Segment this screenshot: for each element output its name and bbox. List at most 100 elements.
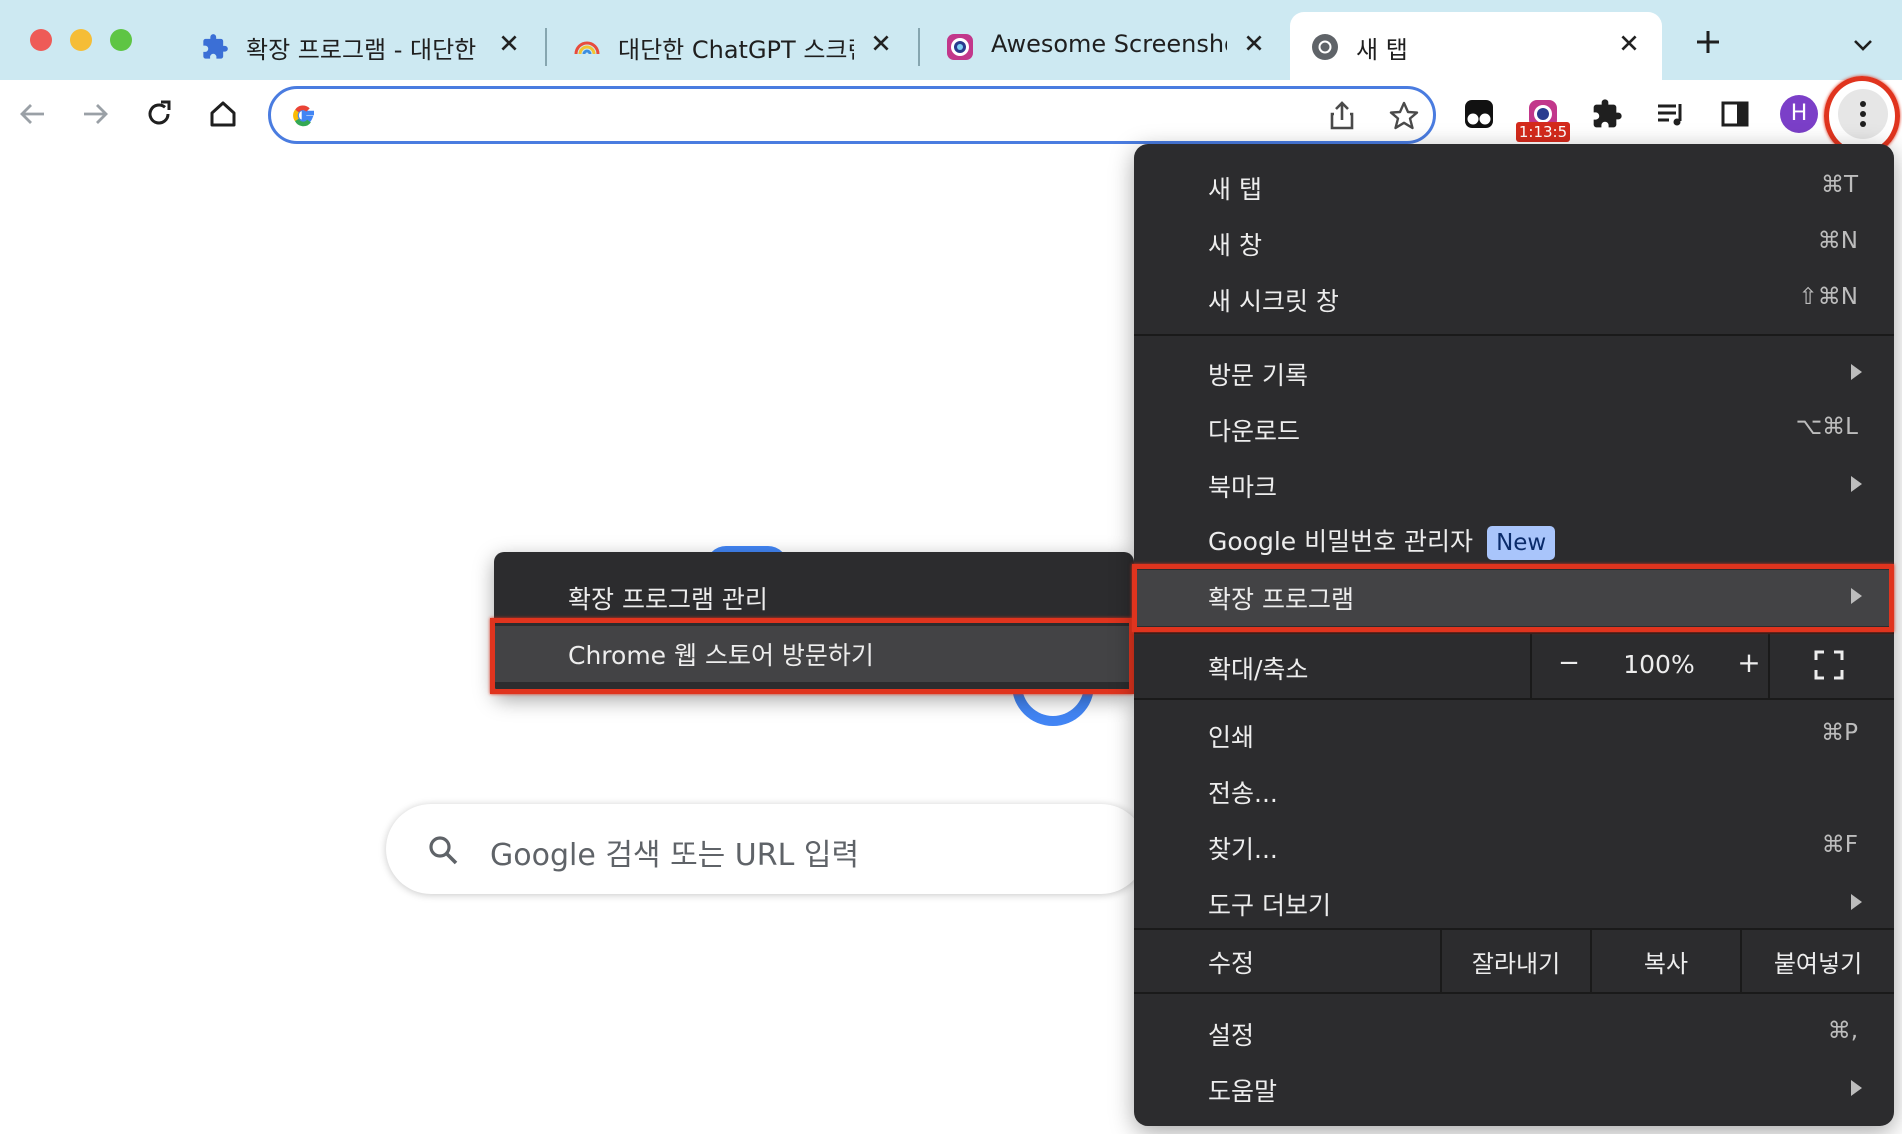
menu-item-label: 확장 프로그램 관리 bbox=[568, 585, 768, 614]
side-panel-button[interactable] bbox=[1710, 89, 1760, 139]
menu-item-label: Chrome 웹 스토어 방문하기 bbox=[568, 641, 874, 670]
paste-button[interactable]: 붙여넣기 bbox=[1742, 944, 1894, 979]
menu-item-new-window[interactable]: 새 창 ⌘N bbox=[1134, 216, 1894, 272]
tab-divider bbox=[545, 28, 547, 66]
menu-item-find[interactable]: 찾기... ⌘F bbox=[1134, 820, 1894, 876]
fullscreen-button[interactable] bbox=[1812, 648, 1848, 684]
tab-title: 대단한 ChatGPT 스크린 bbox=[618, 36, 854, 64]
recording-timer-badge: 1:13:5 bbox=[1516, 122, 1570, 142]
menu-divider bbox=[1134, 334, 1894, 336]
tab-extensions[interactable]: 확장 프로그램 - 대단한 C bbox=[180, 12, 542, 80]
menu-item-password-manager[interactable]: Google 비밀번호 관리자 New bbox=[1134, 514, 1894, 570]
shortcut: ⌘T bbox=[1820, 172, 1858, 198]
shortcut: ⌥⌘L bbox=[1795, 414, 1858, 440]
home-icon bbox=[210, 101, 236, 127]
menu-item-label: 다운로드 bbox=[1208, 417, 1301, 446]
toolbar: 1:13:5 H bbox=[0, 80, 1902, 154]
tab-awesome-screenshot[interactable]: Awesome Screenshot bbox=[925, 12, 1287, 80]
menu-item-label: 새 시크릿 창 bbox=[1208, 287, 1339, 316]
extensions-button[interactable] bbox=[1582, 89, 1632, 139]
menu-item-label: 새 창 bbox=[1208, 231, 1262, 260]
extension-tampermonkey-button[interactable] bbox=[1454, 89, 1504, 139]
search-placeholder: Google 검색 또는 URL 입력 bbox=[490, 838, 860, 873]
menu-item-print[interactable]: 인쇄 ⌘P bbox=[1134, 708, 1894, 764]
back-button[interactable] bbox=[8, 89, 58, 139]
new-tab-button[interactable] bbox=[1688, 22, 1728, 62]
menu-item-incognito[interactable]: 새 시크릿 창 ⇧⌘N bbox=[1134, 272, 1894, 328]
close-window-button[interactable] bbox=[30, 29, 52, 51]
awesome-screenshot-icon bbox=[945, 32, 975, 62]
menu-item-zoom: 확대/축소 bbox=[1134, 634, 1894, 698]
submenu-arrow-icon bbox=[1851, 1080, 1862, 1096]
ntp-search-box[interactable]: Google 검색 또는 URL 입력 bbox=[386, 804, 1146, 894]
shortcut: ⇧⌘N bbox=[1798, 284, 1858, 310]
zoom-divider bbox=[1768, 634, 1770, 698]
menu-item-visit-webstore[interactable]: Chrome 웹 스토어 방문하기 bbox=[494, 626, 1134, 682]
close-tab-icon[interactable] bbox=[1612, 26, 1646, 60]
side-panel-icon bbox=[1721, 101, 1749, 127]
chrome-icon bbox=[1310, 32, 1340, 62]
close-tab-icon[interactable] bbox=[864, 26, 898, 60]
submenu-arrow-icon bbox=[1851, 476, 1862, 492]
zoom-divider bbox=[1530, 634, 1532, 698]
share-icon[interactable] bbox=[1325, 99, 1359, 133]
menu-item-label: 인쇄 bbox=[1208, 723, 1255, 752]
address-bar[interactable] bbox=[268, 86, 1436, 144]
menu-item-label: 도구 더보기 bbox=[1208, 891, 1331, 920]
puzzle-icon bbox=[1593, 99, 1622, 128]
home-button[interactable] bbox=[198, 89, 248, 139]
menu-item-manage-extensions[interactable]: 확장 프로그램 관리 bbox=[494, 570, 1134, 626]
menu-item-downloads[interactable]: 다운로드 ⌥⌘L bbox=[1134, 402, 1894, 458]
submenu-arrow-icon bbox=[1851, 894, 1862, 910]
search-icon bbox=[429, 836, 458, 865]
menu-item-history[interactable]: 방문 기록 bbox=[1134, 346, 1894, 402]
profile-button[interactable]: H bbox=[1774, 89, 1824, 139]
menu-item-settings[interactable]: 설정 ⌘, bbox=[1134, 1006, 1894, 1062]
extensions-submenu: 확장 프로그램 관리 Chrome 웹 스토어 방문하기 bbox=[494, 552, 1134, 694]
chrome-main-menu: 새 탭 ⌘T 새 창 ⌘N 새 시크릿 창 ⇧⌘N 방문 기록 다운로드 ⌥⌘L… bbox=[1134, 144, 1894, 1126]
menu-item-label: 수정 bbox=[1208, 949, 1255, 978]
browser-window: 확장 프로그램 - 대단한 C 대단한 ChatGPT 스크린 Awesome … bbox=[0, 0, 1902, 1134]
menu-item-label: 북마크 bbox=[1208, 473, 1278, 502]
menu-divider bbox=[1134, 698, 1894, 700]
tab-title: 새 탭 bbox=[1356, 36, 1408, 64]
menu-item-label: 찾기... bbox=[1208, 835, 1278, 864]
rainbow-icon bbox=[572, 32, 602, 62]
reload-icon bbox=[148, 100, 171, 125]
copy-button[interactable]: 복사 bbox=[1592, 944, 1740, 979]
reload-button[interactable] bbox=[134, 89, 184, 139]
minimize-window-button[interactable] bbox=[70, 29, 92, 51]
new-badge: New bbox=[1487, 526, 1556, 560]
fullscreen-icon bbox=[1814, 650, 1844, 680]
tab-new-tab[interactable]: 새 탭 bbox=[1290, 12, 1662, 80]
tab-strip: 확장 프로그램 - 대단한 C 대단한 ChatGPT 스크린 Awesome … bbox=[0, 0, 1902, 80]
close-tab-icon[interactable] bbox=[1237, 26, 1271, 60]
back-arrow-icon bbox=[20, 104, 44, 124]
menu-item-new-tab[interactable]: 새 탭 ⌘T bbox=[1134, 160, 1894, 216]
zoom-window-button[interactable] bbox=[110, 29, 132, 51]
more-vert-icon bbox=[1860, 101, 1866, 127]
menu-item-label: 설정 bbox=[1208, 1021, 1255, 1050]
menu-item-label: 확장 프로그램 bbox=[1208, 585, 1354, 614]
tab-chatgpt-screenshot[interactable]: 대단한 ChatGPT 스크린 bbox=[552, 12, 914, 80]
bookmark-star-icon[interactable] bbox=[1387, 99, 1421, 133]
shortcut: ⌘, bbox=[1827, 1018, 1858, 1044]
cut-button[interactable]: 잘라내기 bbox=[1442, 944, 1590, 979]
menu-item-label: 도움말 bbox=[1208, 1077, 1278, 1106]
puzzle-icon bbox=[200, 32, 230, 62]
menu-item-extensions[interactable]: 확장 프로그램 bbox=[1134, 570, 1894, 626]
chrome-menu-button[interactable] bbox=[1838, 89, 1888, 139]
zoom-out-button[interactable]: − bbox=[1546, 648, 1592, 678]
tab-title: Awesome Screenshot bbox=[991, 30, 1227, 58]
menu-item-cast[interactable]: 전송... bbox=[1134, 764, 1894, 820]
zoom-in-button[interactable]: + bbox=[1726, 646, 1772, 679]
media-queue-icon bbox=[1658, 104, 1682, 126]
close-tab-icon[interactable] bbox=[492, 26, 526, 60]
forward-button[interactable] bbox=[70, 89, 120, 139]
media-control-button[interactable] bbox=[1646, 89, 1696, 139]
menu-item-label: 확대/축소 bbox=[1208, 655, 1309, 684]
menu-item-more-tools[interactable]: 도구 더보기 bbox=[1134, 876, 1894, 932]
tab-search-button[interactable] bbox=[1846, 28, 1880, 62]
menu-item-bookmarks[interactable]: 북마크 bbox=[1134, 458, 1894, 514]
menu-item-help[interactable]: 도움말 bbox=[1134, 1062, 1894, 1118]
